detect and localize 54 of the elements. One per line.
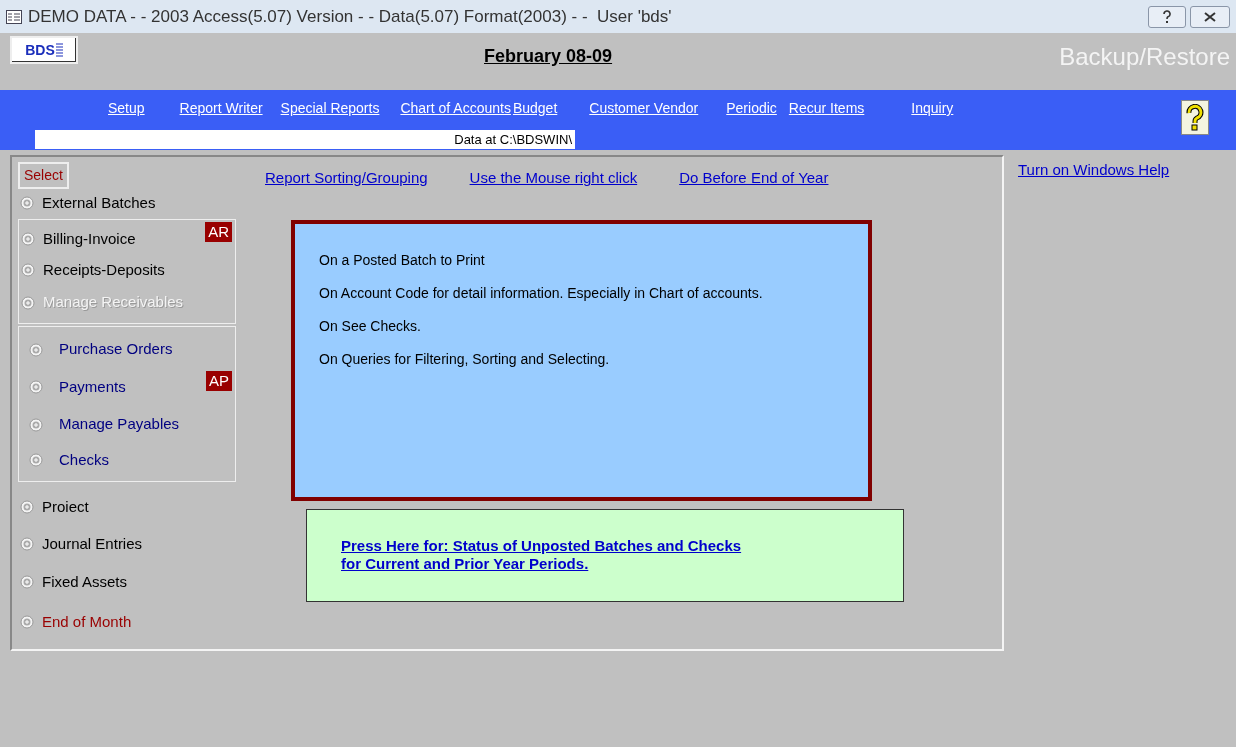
windows-help-link[interactable]: Turn on Windows Help (1018, 159, 1170, 182)
option-label[interactable]: Journal Entries (42, 532, 143, 556)
window-title: DEMO DATA - - 2003 Access(5.07) Version - - Data(5.07) Format(2003) - - User 'bds' (28, 5, 672, 28)
group-badge: AP (206, 371, 232, 391)
period-title: February 08-09 (484, 45, 613, 68)
option-label[interactable]: Purchase Orders (59, 338, 173, 361)
logo-text: BDS (25, 40, 55, 60)
radio-button[interactable] (21, 232, 35, 246)
option-label[interactable]: Billing-Invoice (43, 227, 136, 251)
option-label[interactable]: Proiect (42, 495, 89, 519)
menu-link[interactable]: Budget (512, 98, 558, 119)
menu-link[interactable]: Report Writer (179, 98, 263, 119)
close-button[interactable] (1190, 5, 1230, 28)
status-button[interactable]: Press Here for: Status of Unposted Batches and Checks for Current and Prior Year Periods. (306, 508, 904, 602)
radio-button[interactable] (20, 537, 34, 551)
radio-button[interactable] (20, 500, 34, 514)
option-label[interactable]: Fixed Assets (42, 570, 128, 594)
close-icon (1204, 11, 1216, 22)
question-icon (1162, 9, 1172, 24)
option-label[interactable]: Checks (59, 448, 110, 472)
radio-button[interactable] (29, 342, 43, 357)
lines-icon (55, 43, 63, 57)
menu-link[interactable]: Customer Vendor (589, 98, 699, 119)
select-label: Select (18, 162, 69, 189)
menu-link[interactable]: Recur Items (788, 98, 865, 119)
radio-button[interactable] (29, 417, 43, 432)
help-link[interactable]: Use the Mouse right click (469, 167, 638, 190)
tip-text: On a Posted Batch to Print (319, 251, 486, 269)
help-button[interactable] (1148, 5, 1186, 28)
option-label[interactable]: Receipts-Deposits (43, 258, 165, 282)
data-path: Data at C:\BDSWIN\ (454, 130, 572, 149)
menu-link[interactable]: Special Reports (280, 98, 380, 119)
menu-link[interactable]: Periodic (726, 98, 777, 119)
radio-button[interactable] (21, 263, 35, 277)
option-label[interactable]: Payments (59, 375, 126, 399)
help-link[interactable]: Do Before End of Year (679, 167, 829, 190)
tip-text: On Queries for Filtering, Sorting and Selecting. (319, 350, 611, 368)
tip-text: On See Checks. (319, 317, 422, 335)
radio-button[interactable] (20, 575, 34, 589)
menu-link[interactable]: Chart of Accounts (400, 98, 511, 119)
help-question-icon[interactable] (1181, 100, 1209, 135)
help-link[interactable]: Report Sorting/Grouping (265, 167, 428, 190)
radio-button[interactable] (20, 615, 34, 629)
tip-text: On Account Code for detail information. Especially in Chart of accounts. (319, 284, 764, 302)
option-label[interactable]: External Batches (42, 191, 156, 215)
option-label[interactable]: Manage Payables (59, 413, 180, 436)
app-form-icon (6, 9, 22, 24)
radio-button[interactable] (20, 196, 34, 210)
menu-link[interactable]: Inquiry (911, 98, 954, 119)
radio-button[interactable] (29, 380, 43, 394)
group-badge: AR (205, 222, 232, 242)
menu-link[interactable]: Setup (108, 98, 145, 119)
radio-button[interactable] (29, 453, 43, 467)
option-label[interactable]: End of Month (42, 610, 132, 634)
